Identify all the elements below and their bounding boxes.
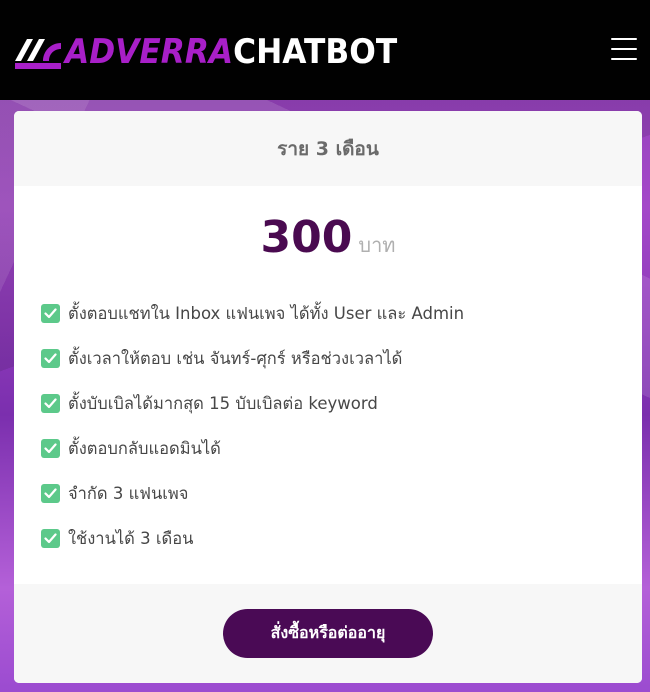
- list-item: ใช้งานได้ 3 เดือน: [41, 516, 464, 561]
- list-item: ตั้งตอบกลับแอดมินได้: [41, 426, 464, 471]
- feature-text: ใช้งานได้ 3 เดือน: [68, 528, 194, 548]
- check-square-icon: [41, 394, 60, 413]
- check-square-icon: [41, 349, 60, 368]
- feature-text: ตั้งตอบแชทใน Inbox แฟนเพจ ได้ทั้ง User แ…: [68, 303, 465, 323]
- order-button[interactable]: สั่งซื้อหรือต่ออายุ: [223, 609, 433, 658]
- price-amount: 300: [260, 212, 353, 263]
- price-row: 300 บาท: [14, 212, 642, 264]
- feature-text: ตั้งบับเบิลได้มากสุด 15 บับเบิลต่อ keywo…: [68, 393, 378, 413]
- logo-wordmark: ADVERRA CHATBOT: [65, 33, 397, 71]
- hamburger-icon[interactable]: [611, 38, 637, 60]
- feature-list: ตั้งตอบแชทใน Inbox แฟนเพจ ได้ทั้ง User แ…: [41, 291, 464, 561]
- card-footer: สั่งซื้อหรือต่ออายุ: [14, 584, 642, 683]
- feature-text: ตั้งตอบกลับแอดมินได้: [68, 438, 221, 458]
- logo-brand-text: ADVERRA: [65, 32, 234, 72]
- list-item: ตั้งเวลาให้ตอบ เช่น จันทร์-ศุกร์ หรือช่ว…: [41, 336, 464, 381]
- check-square-icon: [41, 439, 60, 458]
- list-item: จำกัด 3 แฟนเพจ: [41, 471, 464, 516]
- pricing-card: ราย 3 เดือน 300 บาท ตั้งตอบแชทใน Inbox แ…: [14, 111, 642, 683]
- adverra-chatbot-logo[interactable]: ADVERRA CHATBOT: [13, 33, 426, 71]
- list-item: ตั้งตอบแชทใน Inbox แฟนเพจ ได้ทั้ง User แ…: [41, 291, 464, 336]
- logo-product-text: CHATBOT: [233, 32, 398, 72]
- top-navbar: ADVERRA CHATBOT: [0, 0, 650, 100]
- plan-title: ราย 3 เดือน: [14, 111, 642, 186]
- logo-mark-icon: [15, 39, 61, 69]
- list-item: ตั้งบับเบิลได้มากสุด 15 บับเบิลต่อ keywo…: [41, 381, 464, 426]
- price-currency: บาท: [358, 233, 396, 257]
- check-square-icon: [41, 304, 60, 323]
- feature-text: จำกัด 3 แฟนเพจ: [68, 483, 189, 503]
- check-square-icon: [41, 484, 60, 503]
- check-square-icon: [41, 529, 60, 548]
- feature-text: ตั้งเวลาให้ตอบ เช่น จันทร์-ศุกร์ หรือช่ว…: [68, 348, 403, 368]
